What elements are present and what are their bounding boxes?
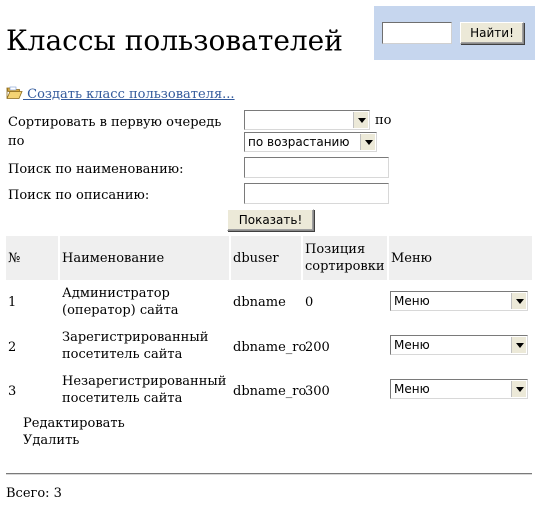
row-dbuser: dbname_ro [233,384,307,399]
search-input[interactable] [382,22,452,44]
row-position: 0 [305,295,314,310]
desc-search-field[interactable] [244,183,389,204]
bulk-actions: Редактировать Удалить [23,415,125,449]
row-name: Незарегистрированный посетитель сайта [62,374,227,406]
page-title: Классы пользователей [6,24,343,57]
sort-order-select[interactable]: по возрастанию [244,132,377,152]
sort-label: Сортировать в первую очередь [8,115,222,130]
chevron-down-icon [353,112,368,128]
open-folder-icon [6,86,23,99]
sort-label-cont: по [8,134,25,149]
row-num: 2 [8,340,17,355]
chevron-down-icon [511,293,526,309]
header-menu: Меню [389,236,532,280]
table-header: № Наименование dbuser Позиция сортировки … [6,236,532,280]
delete-action[interactable]: Удалить [23,432,125,449]
row-name: Зарегистрированный посетитель сайта [62,330,209,362]
row-menu-select[interactable]: Меню [390,335,528,355]
row-menu-select[interactable]: Меню [390,379,528,399]
header-position: Позиция сортировки [303,236,387,280]
row-position: 200 [305,340,330,355]
create-user-class-link[interactable]: Создать класс пользователя... [6,86,235,102]
chevron-down-icon [360,134,375,150]
show-button[interactable]: Показать! [227,209,314,231]
sort-suffix-label: по [375,113,392,128]
total-count: Всего: 3 [6,486,62,501]
header-name: Наименование [60,236,229,280]
create-link-label: Создать класс пользователя... [23,87,235,102]
sort-field-select[interactable] [244,110,370,130]
divider [6,473,532,475]
desc-search-label: Поиск по описанию: [8,188,150,203]
chevron-down-icon [511,381,526,397]
row-menu-select[interactable]: Меню [390,291,528,311]
sort-order-value: по возрастанию [248,135,350,149]
search-panel: Найти! [374,6,535,60]
name-search-field[interactable] [244,157,389,178]
find-button[interactable]: Найти! [460,22,524,44]
row-name: Администратор (оператор) сайта [62,286,179,318]
row-num: 3 [8,384,17,399]
row-position: 300 [305,384,330,399]
header-dbuser: dbuser [231,236,301,280]
row-num: 1 [8,295,17,310]
chevron-down-icon [511,337,526,353]
row-dbuser: dbname [233,295,286,310]
name-search-label: Поиск по наименованию: [8,162,184,177]
edit-action[interactable]: Редактировать [23,415,125,432]
row-dbuser: dbname_ro [233,340,307,355]
header-num: № [6,236,58,280]
